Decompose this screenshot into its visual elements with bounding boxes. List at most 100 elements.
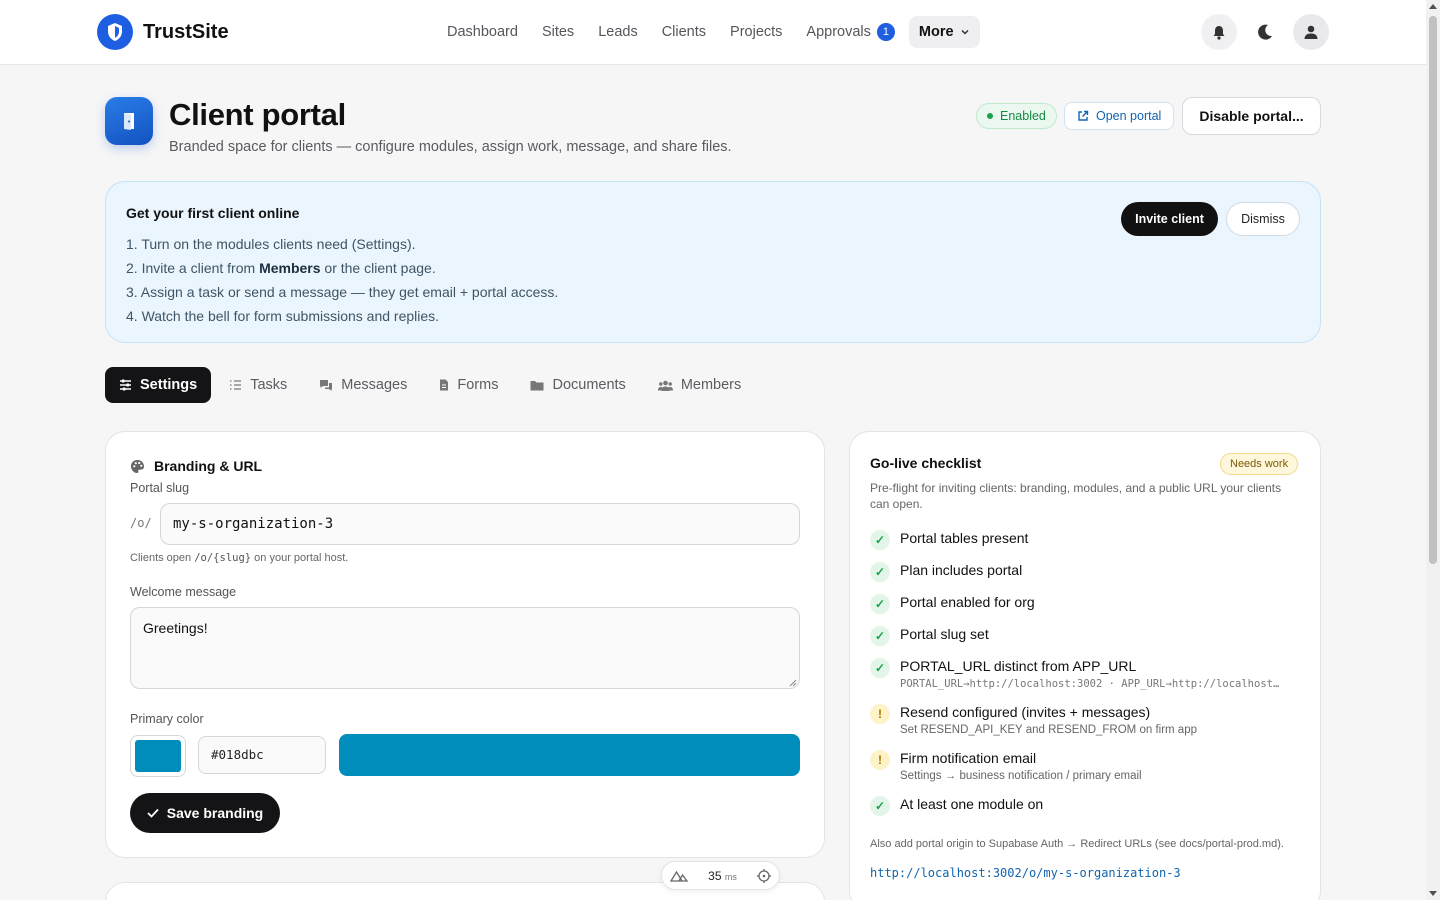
checklist-item-label: Firm notification email [900, 750, 1037, 766]
tab-documents-label: Documents [552, 377, 626, 393]
color-hex-input[interactable]: #018dbc [198, 736, 326, 774]
scroll-down-icon[interactable] [1429, 891, 1437, 896]
onboarding-steps: 1. Turn on the modules clients need (Set… [126, 232, 558, 328]
theme-toggle-button[interactable] [1247, 14, 1283, 50]
nuxt-logo-icon [670, 870, 688, 882]
nav-clients[interactable]: Clients [662, 16, 706, 48]
app-name: TrustSite [143, 20, 229, 43]
app-logo[interactable]: TrustSite [97, 14, 229, 50]
welcome-message-textarea[interactable]: Greetings! [130, 607, 800, 689]
crosshair-icon[interactable] [756, 868, 771, 883]
check-circle-icon: ✓ [870, 562, 890, 582]
tab-messages[interactable]: Messages [305, 367, 421, 403]
list-item: ✓ Portal enabled for org [870, 593, 1300, 614]
users-icon [657, 380, 673, 391]
moon-icon [1258, 24, 1272, 40]
members-emphasis: Members [259, 260, 321, 276]
nav-projects[interactable]: Projects [730, 16, 782, 48]
checklist-item-detail: PORTAL_URL→http://localhost:3002 · APP_U… [900, 678, 1280, 690]
tab-documents[interactable]: Documents [516, 367, 639, 403]
checklist-item-detail: Set RESEND_API_KEY and RESEND_FROM on fi… [900, 724, 1197, 736]
step-2-text: 2. Invite a client from [126, 260, 260, 276]
onboarding-step-1: 1. Turn on the modules clients need (Set… [126, 236, 416, 252]
branding-title: Branding & URL [154, 458, 263, 474]
nav-approvals-label: Approvals [806, 24, 871, 40]
checklist-item-label: At least one module on [900, 796, 1044, 812]
main-nav: Dashboard Sites Leads Clients Projects A… [447, 16, 980, 48]
checklist-subtitle: Pre-flight for inviting clients: brandin… [870, 481, 1282, 511]
scroll-thumb[interactable] [1429, 16, 1437, 564]
tab-tasks[interactable]: Tasks [215, 367, 301, 403]
branding-section-title: Branding & URL [130, 458, 262, 474]
slug-hint-code: /o/{slug} [194, 552, 252, 564]
tab-tasks-label: Tasks [250, 377, 288, 393]
welcome-message-label: Welcome message [130, 585, 237, 599]
tab-members-label: Members [680, 377, 742, 393]
dev-perf-widget[interactable]: 35 ms [661, 861, 780, 890]
open-portal-label: Open portal [1096, 109, 1162, 123]
top-actions [1201, 14, 1329, 50]
portal-status-label: Enabled [1000, 109, 1046, 123]
invite-client-button[interactable]: Invite client [1121, 202, 1218, 236]
bell-icon [1213, 25, 1225, 40]
scroll-up-icon[interactable] [1429, 4, 1437, 9]
list-item: ! Firm notification email Settings → bus… [870, 749, 1300, 782]
external-link-icon [1078, 110, 1089, 121]
primary-color-label: Primary color [130, 712, 204, 726]
needs-work-badge: Needs work [1220, 453, 1299, 475]
list-item: ✓ Plan includes portal [870, 561, 1300, 582]
onboarding-step-2: 2. Invite a client from Members or the c… [126, 256, 558, 280]
list-item: ! Resend configured (invites + messages)… [870, 703, 1300, 736]
tab-messages-label: Messages [341, 377, 408, 393]
user-avatar-button[interactable] [1293, 14, 1329, 50]
color-picker[interactable] [130, 735, 186, 777]
list-item: ✓ At least one module on [870, 795, 1300, 816]
nav-more-dropdown[interactable]: More [908, 16, 980, 48]
dismiss-button[interactable]: Dismiss [1226, 202, 1300, 236]
open-portal-button[interactable]: Open portal [1064, 102, 1175, 130]
file-icon [440, 379, 449, 391]
slug-prefix: /o/ [130, 516, 152, 530]
page-scrollbar[interactable] [1426, 0, 1440, 900]
portal-slug-label: Portal slug [130, 481, 190, 495]
tab-forms[interactable]: Forms [425, 367, 512, 403]
checklist-item-detail: Settings → business notification / prima… [900, 770, 1142, 782]
tab-members[interactable]: Members [644, 367, 755, 403]
color-preview-bar [339, 734, 800, 776]
nav-more-label: More [918, 24, 954, 40]
folder-icon [530, 380, 544, 390]
checklist-item-label: Portal slug set [900, 626, 989, 642]
render-time-value: 35 [708, 868, 722, 883]
tab-settings[interactable]: Settings [105, 367, 212, 403]
portal-slug-input[interactable]: my-s-organization-3 [160, 503, 800, 545]
render-time-unit: ms [724, 871, 737, 882]
go-live-checklist-card: Go-live checklist Needs work Pre-flight … [849, 431, 1321, 900]
check-icon [147, 808, 159, 818]
nav-sites[interactable]: Sites [542, 16, 574, 48]
check-circle-icon: ✓ [870, 796, 890, 816]
nav-dashboard[interactable]: Dashboard [447, 16, 518, 48]
notifications-button[interactable] [1201, 14, 1237, 50]
portal-url-link[interactable]: http://localhost:3002/o/my-s-organizatio… [870, 866, 1181, 880]
redirect-url-note: Also add portal origin to Supabase Auth … [870, 838, 1284, 850]
nav-approvals[interactable]: Approvals 1 [806, 16, 895, 48]
palette-icon [131, 459, 144, 473]
check-circle-icon: ✓ [870, 530, 890, 550]
resize-handle-icon[interactable] [789, 679, 797, 687]
checklist-item-label: Portal enabled for org [900, 594, 1035, 610]
list-check-icon [230, 380, 242, 390]
door-icon [105, 97, 153, 145]
save-branding-button[interactable]: Save branding [130, 793, 280, 833]
checklist-item-label: PORTAL_URL distinct from APP_URL [900, 658, 1137, 674]
tab-forms-label: Forms [457, 377, 499, 393]
branding-card: Branding & URL Portal slug /o/ my-s-orga… [105, 431, 825, 858]
color-swatch [135, 740, 181, 772]
disable-portal-button[interactable]: Disable portal... [1182, 97, 1321, 135]
check-circle-icon: ✓ [870, 626, 890, 646]
page-subtitle: Branded space for clients — configure mo… [169, 139, 732, 155]
nav-leads[interactable]: Leads [598, 16, 638, 48]
slug-hint: Clients open /o/{slug} on your portal ho… [130, 552, 348, 564]
top-navigation-bar: TrustSite Dashboard Sites Leads Clients … [0, 0, 1426, 65]
warning-icon: ! [870, 750, 890, 770]
checklist-item-label: Plan includes portal [900, 562, 1023, 578]
